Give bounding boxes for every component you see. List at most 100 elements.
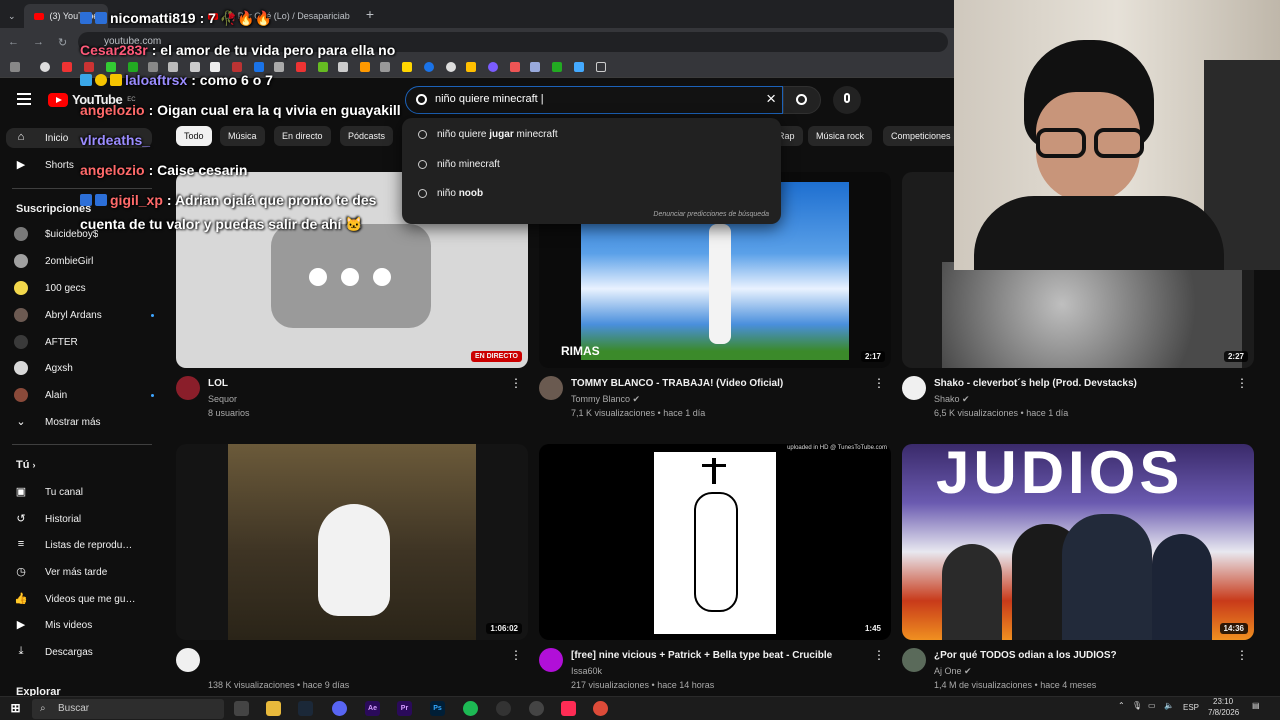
search-input[interactable]: niño quiere minecraft | × bbox=[405, 86, 783, 114]
bookmark-icon[interactable] bbox=[210, 62, 220, 72]
you-heading[interactable]: Tú › bbox=[16, 459, 36, 471]
app-icon[interactable] bbox=[529, 701, 544, 716]
channel-avatar[interactable] bbox=[539, 376, 563, 400]
voice-search-button[interactable] bbox=[833, 86, 861, 114]
bookmark-icon[interactable] bbox=[232, 62, 242, 72]
channel-name[interactable]: Sequor bbox=[208, 394, 237, 404]
bookmark-icon[interactable] bbox=[190, 62, 200, 72]
video-title[interactable]: LOL bbox=[208, 378, 508, 389]
video-title[interactable]: [free] nine vicious + Patrick + Bella ty… bbox=[571, 650, 871, 661]
video-title[interactable]: TOMMY BLANCO - TRABAJA! (Video Oficial) bbox=[571, 378, 871, 389]
file-explorer-icon[interactable] bbox=[266, 701, 281, 716]
bookmark-icon[interactable] bbox=[128, 62, 138, 72]
bookmark-icon[interactable] bbox=[380, 62, 390, 72]
clock-time[interactable]: 23:10 bbox=[1213, 697, 1233, 706]
bookmark-icon[interactable] bbox=[338, 62, 348, 72]
reload-icon[interactable]: ↻ bbox=[58, 36, 67, 49]
bookmark-icon[interactable] bbox=[40, 62, 50, 72]
chip-competitions[interactable]: Competiciones bbox=[883, 126, 959, 146]
more-options-icon[interactable]: ⋮ bbox=[510, 648, 522, 662]
sidebar-item-subscription[interactable]: Abryl Ardans bbox=[14, 305, 154, 325]
sidebar-item-history[interactable]: ↺ Historial bbox=[14, 509, 154, 529]
suggestion-item[interactable]: niño noob bbox=[418, 183, 483, 203]
sidebar-item-subscription[interactable]: 100 gecs bbox=[14, 278, 154, 298]
bookmark-icon[interactable] bbox=[510, 62, 520, 72]
bookmark-icon[interactable] bbox=[552, 62, 562, 72]
tray-arrow-icon[interactable]: ⌃ bbox=[1118, 701, 1125, 710]
network-icon[interactable]: ▭ bbox=[1148, 701, 1156, 710]
bookmark-icon[interactable] bbox=[318, 62, 328, 72]
chrome-icon[interactable] bbox=[593, 701, 608, 716]
bookmark-icon[interactable] bbox=[574, 62, 584, 72]
language-indicator[interactable]: ESP bbox=[1183, 703, 1199, 712]
suggestion-item[interactable]: niño quiere jugar minecraft bbox=[418, 124, 558, 144]
bookmark-icon[interactable] bbox=[360, 62, 370, 72]
folder-icon[interactable] bbox=[596, 62, 606, 72]
game-icon[interactable] bbox=[234, 701, 249, 716]
sidebar-item-liked[interactable]: 👍 Videos que me gus... bbox=[14, 589, 154, 609]
channel-name[interactable]: Shako ✔ bbox=[934, 394, 970, 405]
sidebar-item-subscription[interactable]: Agxsh bbox=[14, 358, 154, 378]
search-button[interactable] bbox=[783, 86, 821, 114]
premiere-icon[interactable]: Pr bbox=[397, 701, 412, 716]
report-predictions-link[interactable]: Denunciar predicciones de búsqueda bbox=[653, 211, 769, 218]
video-thumbnail[interactable]: 1:06:02 bbox=[176, 444, 528, 640]
bookmark-icon[interactable] bbox=[168, 62, 178, 72]
video-thumbnail[interactable]: JUDIOS 14:36 bbox=[902, 444, 1254, 640]
video-card[interactable]: 1:06:02 138 K visualizaciones • hace 9 d… bbox=[176, 444, 528, 700]
sidebar-item-watch-later[interactable]: ◷ Ver más tarde bbox=[14, 562, 154, 582]
bookmark-icon[interactable] bbox=[446, 62, 456, 72]
chip-music[interactable]: Música bbox=[220, 126, 265, 146]
channel-avatar[interactable] bbox=[539, 648, 563, 672]
notification-icon[interactable]: ▤ bbox=[1252, 701, 1260, 710]
bookmark-icon[interactable] bbox=[402, 62, 412, 72]
sidebar-item-playlists[interactable]: ≡ Listas de reproducc... bbox=[14, 535, 154, 555]
bookmark-icon[interactable] bbox=[148, 62, 158, 72]
video-card[interactable]: JUDIOS 14:36 ¿Por qué TODOS odian a los … bbox=[902, 444, 1254, 700]
channel-name[interactable]: Issa60k bbox=[571, 666, 602, 676]
tab-search-icon[interactable]: ⌄ bbox=[8, 11, 16, 22]
after-effects-icon[interactable]: Ae bbox=[365, 701, 380, 716]
microphone-icon[interactable]: 🎙 bbox=[1132, 701, 1142, 710]
sidebar-item-my-videos[interactable]: ▶ Mis videos bbox=[14, 615, 154, 635]
new-tab-button[interactable]: + bbox=[366, 6, 374, 22]
sidebar-item-subscription[interactable]: AFTER bbox=[14, 332, 154, 352]
sidebar-item-subscription[interactable]: Alain bbox=[14, 385, 154, 405]
back-icon[interactable]: ← bbox=[8, 36, 19, 48]
discord-icon[interactable] bbox=[332, 701, 347, 716]
bookmark-icon[interactable] bbox=[466, 62, 476, 72]
bookmark-icon[interactable] bbox=[274, 62, 284, 72]
menu-icon[interactable] bbox=[17, 93, 31, 105]
more-options-icon[interactable]: ⋮ bbox=[873, 648, 885, 662]
apps-icon[interactable] bbox=[10, 62, 20, 72]
chip-live[interactable]: En directo bbox=[274, 126, 331, 146]
show-more-button[interactable]: ⌄ Mostrar más bbox=[14, 412, 154, 432]
more-options-icon[interactable]: ⋮ bbox=[1236, 648, 1248, 662]
windows-start-icon[interactable]: ⊞ bbox=[8, 701, 23, 716]
tiktok-icon[interactable] bbox=[561, 701, 576, 716]
video-thumbnail[interactable]: uploaded in HD @ TunesToTube.com 1:45 bbox=[539, 444, 891, 640]
channel-avatar[interactable] bbox=[176, 648, 200, 672]
sidebar-item-subscription[interactable]: 2ombieGirl bbox=[14, 251, 154, 271]
volume-icon[interactable]: 🔈 bbox=[1164, 701, 1174, 710]
channel-avatar[interactable] bbox=[176, 376, 200, 400]
channel-avatar[interactable] bbox=[902, 376, 926, 400]
channel-name[interactable]: Aj One ✔ bbox=[934, 666, 972, 677]
channel-avatar[interactable] bbox=[902, 648, 926, 672]
video-card[interactable]: uploaded in HD @ TunesToTube.com 1:45 [f… bbox=[539, 444, 891, 700]
video-title[interactable]: Shako - cleverbot´s help (Prod. Devstack… bbox=[934, 378, 1234, 389]
bookmark-icon[interactable] bbox=[62, 62, 72, 72]
steam-icon[interactable] bbox=[298, 701, 313, 716]
bookmark-icon[interactable] bbox=[254, 62, 264, 72]
chip-rock[interactable]: Música rock bbox=[808, 126, 873, 146]
more-options-icon[interactable]: ⋮ bbox=[1236, 376, 1248, 390]
more-options-icon[interactable]: ⋮ bbox=[873, 376, 885, 390]
obs-icon[interactable] bbox=[496, 701, 511, 716]
bookmark-icon[interactable] bbox=[530, 62, 540, 72]
chip-all[interactable]: Todo bbox=[176, 126, 212, 146]
bookmark-icon[interactable] bbox=[424, 62, 434, 72]
bookmark-icon[interactable] bbox=[296, 62, 306, 72]
photoshop-icon[interactable]: Ps bbox=[430, 701, 445, 716]
sidebar-item-downloads[interactable]: ⤓ Descargas bbox=[14, 642, 154, 662]
clear-search-icon[interactable]: × bbox=[766, 89, 776, 109]
